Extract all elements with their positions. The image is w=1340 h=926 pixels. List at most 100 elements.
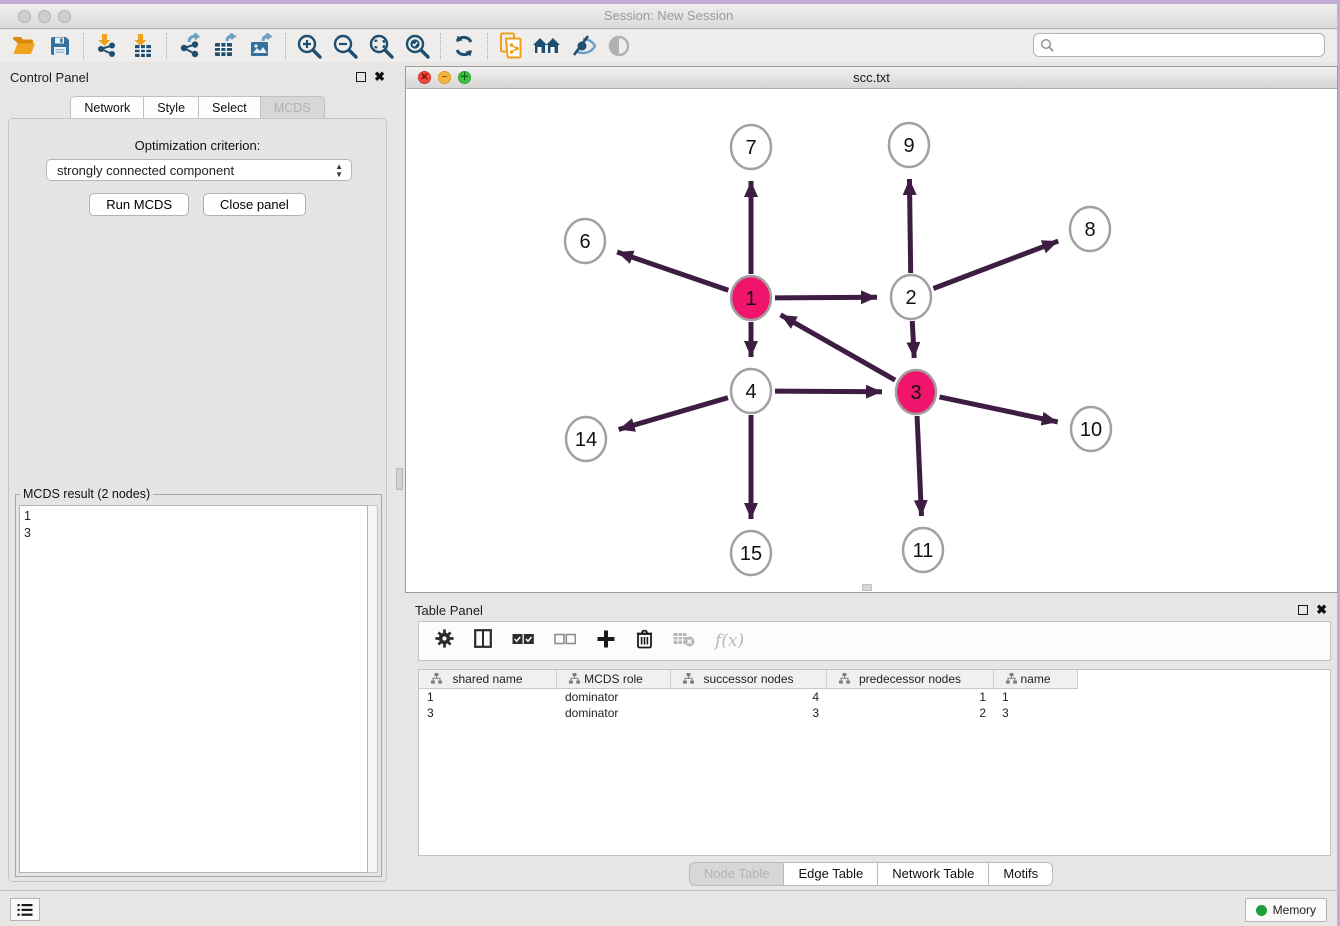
run-mcds-button[interactable]: Run MCDS [89,193,189,216]
column-header-successor-nodes[interactable]: successor nodes [671,670,827,689]
control-panel-float-icon[interactable] [356,72,366,82]
tab-motifs[interactable]: Motifs [988,862,1053,886]
memory-button[interactable]: Memory [1245,898,1327,922]
graph-node-15[interactable]: 15 [731,531,771,575]
copy-network-icon[interactable] [493,31,529,61]
network-graph[interactable]: 7 9 6 8 1 2 4 3 14 10 15 11 [406,89,1337,593]
mcds-result-text[interactable]: 13 [19,505,368,873]
close-panel-button[interactable]: Close panel [203,193,306,216]
control-panel-close-icon[interactable]: ✖ [374,72,385,82]
table-header-row: shared nameMCDS role successor nodes prede… [419,670,1330,689]
export-table-icon[interactable] [208,31,244,61]
gear-icon[interactable] [435,629,454,653]
toggle-graphics-details-icon[interactable] [565,31,601,61]
svg-text:8: 8 [1084,219,1095,241]
home-layout-icon[interactable] [529,31,565,61]
zoom-in-icon[interactable] [291,31,327,61]
deselect-all-checkboxes-icon[interactable] [554,632,576,650]
network-window-titlebar[interactable]: ✕ − ＋ scc.txt [406,67,1337,89]
graph-edge-2-9[interactable] [909,179,910,273]
open-session-icon[interactable] [6,31,42,61]
node-table[interactable]: shared nameMCDS role successor nodes prede… [418,669,1331,856]
save-session-icon[interactable] [42,31,78,61]
graph-node-1[interactable]: 1 [731,276,771,320]
table-cell[interactable]: dominator [557,705,671,721]
graph-node-10[interactable]: 10 [1071,407,1111,451]
svg-text:2: 2 [905,287,916,309]
control-panel-title: Control Panel [10,70,89,85]
search-box[interactable] [1033,33,1325,57]
network-hscroll-thumb[interactable] [862,584,872,591]
column-header-predecessor-nodes[interactable]: predecessor nodes [827,670,994,689]
graph-node-6[interactable]: 6 [565,219,605,263]
table-cell[interactable]: 1 [419,689,557,705]
mcds-result-scrollbar[interactable] [368,505,378,873]
table-cell[interactable]: 3 [419,705,557,721]
column-header-label: successor nodes [703,672,793,686]
refresh-view-icon[interactable] [446,31,482,61]
zoom-out-icon[interactable] [327,31,363,61]
table-cell[interactable]: 3 [671,705,827,721]
export-network-icon[interactable] [172,31,208,61]
graph-node-7[interactable]: 7 [731,125,771,169]
zoom-selected-icon[interactable] [399,31,435,61]
graph-node-2[interactable]: 2 [891,275,931,319]
network-canvas[interactable]: 7 9 6 8 1 2 4 3 14 10 15 11 [406,89,1337,592]
graph-node-4[interactable]: 4 [731,369,771,413]
panel-splitter[interactable] [395,62,405,890]
graph-edge-2-3[interactable] [912,321,914,358]
network-window-title: scc.txt [406,70,1337,85]
optimization-criterion-label: Optimization criterion: [9,138,386,153]
task-history-button[interactable] [10,898,40,921]
birds-eye-view-icon[interactable] [601,31,637,61]
result-line: 3 [24,525,363,542]
column-layout-icon[interactable] [474,629,492,653]
graph-edge-3-11[interactable] [917,416,921,516]
column-header-shared-name[interactable]: shared name [419,670,557,689]
toolbar-separator [487,33,488,59]
graph-edge-1-2[interactable] [775,297,877,298]
tab-node-table[interactable]: Node Table [689,862,784,886]
import-table-icon[interactable] [125,31,161,61]
import-network-icon[interactable] [89,31,125,61]
table-cell[interactable]: 2 [827,705,994,721]
splitter-grip[interactable] [396,468,403,490]
delete-table-disabled-icon [673,631,695,652]
delete-column-icon[interactable] [636,629,653,654]
column-header-MCDS-role[interactable]: MCDS role [557,670,671,689]
table-row[interactable]: 3dominator323 [419,705,1330,721]
graph-edge-4-14[interactable] [619,398,728,430]
graph-edge-3-1[interactable] [781,315,896,380]
function-builder-disabled-icon: f(x) [715,631,744,651]
graph-edge-3-10[interactable] [939,397,1057,422]
graph-node-9[interactable]: 9 [889,123,929,167]
add-column-icon[interactable] [596,629,616,654]
table-panel-close-icon[interactable]: ✖ [1316,605,1327,615]
graph-node-3[interactable]: 3 [896,370,936,414]
svg-text:11: 11 [913,540,934,562]
graph-node-8[interactable]: 8 [1070,207,1110,251]
table-cell[interactable]: dominator [557,689,671,705]
graph-node-14[interactable]: 14 [566,417,606,461]
select-all-checkboxes-icon[interactable] [512,632,534,650]
optimization-criterion-select[interactable]: strongly connected component ▲▼ [46,159,352,181]
graph-edge-4-3[interactable] [775,391,882,392]
zoom-fit-icon[interactable] [363,31,399,61]
svg-text:7: 7 [745,137,756,159]
mcds-panel: Optimization criterion: strongly connect… [8,118,387,882]
graph-edge-2-8[interactable] [933,241,1058,288]
graph-edge-1-6[interactable] [617,252,728,290]
search-input[interactable] [1055,37,1318,53]
tab-network-table[interactable]: Network Table [877,862,988,886]
table-cell[interactable]: 4 [671,689,827,705]
table-cell[interactable]: 1 [827,689,994,705]
table-panel-float-icon[interactable] [1298,605,1308,615]
select-stepper-icon: ▲▼ [335,163,343,178]
table-cell[interactable]: 1 [994,689,1078,705]
table-cell[interactable]: 3 [994,705,1078,721]
column-header-name[interactable]: name [994,670,1078,689]
tab-edge-table[interactable]: Edge Table [783,862,877,886]
table-row[interactable]: 1dominator411 [419,689,1330,705]
export-image-icon[interactable] [244,31,280,61]
graph-node-11[interactable]: 11 [903,528,943,572]
